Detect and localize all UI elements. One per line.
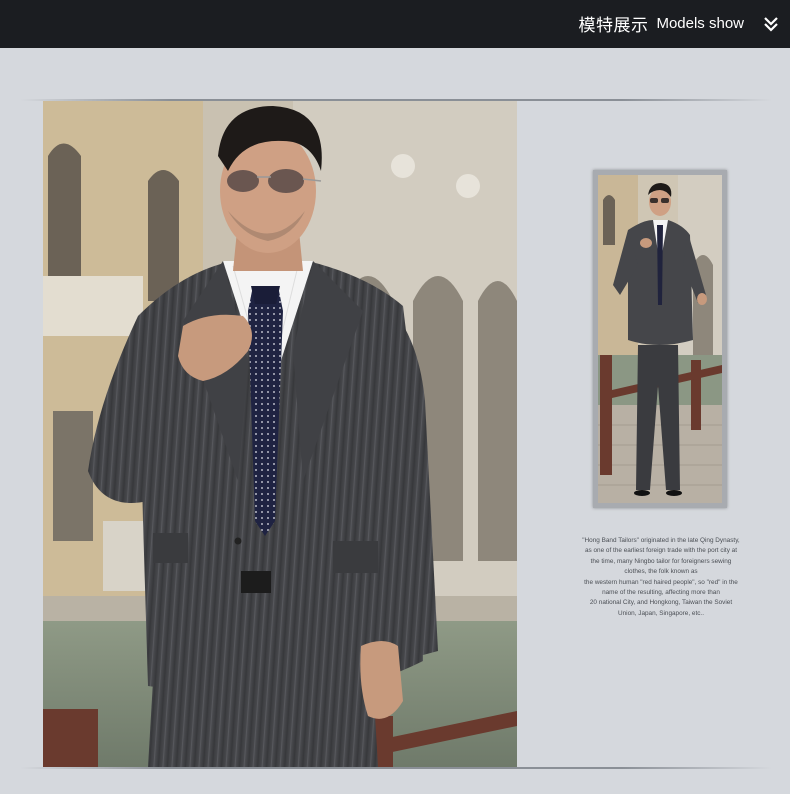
bottom-divider: [20, 767, 772, 769]
caption-line: "Hong Band Tailors" originated in the la…: [582, 537, 740, 544]
section-title: 模特展示 Models show: [578, 10, 744, 36]
brand-history-caption: "Hong Band Tailors" originated in the la…: [560, 536, 762, 619]
thumbnail-frame[interactable]: [593, 170, 727, 508]
double-chevron-down-icon[interactable]: [762, 13, 780, 35]
section-title-cn: 模特展示: [578, 15, 649, 35]
caption-line: clothes, the folk known as: [624, 568, 698, 576]
caption-line: 20 national City, and Hongkong, Taiwan t…: [589, 599, 733, 607]
caption-line: Union, Japan, Singapore, etc..: [618, 609, 704, 617]
header-bar: 模特展示 Models show: [0, 0, 790, 48]
thumbnail-photo: [598, 175, 722, 503]
caption-line: as one of the earliest foreign trade wit…: [584, 547, 738, 555]
caption-line: the time, many Ningbo tailor for foreign…: [590, 557, 732, 565]
main-model-illustration: [43, 101, 517, 767]
thumbnail-illustration: [598, 175, 722, 503]
main-model-photo: [43, 101, 517, 767]
caption-line: name of the resulting, affecting more th…: [602, 589, 720, 597]
caption-line: the western human "red haired people", s…: [584, 578, 738, 586]
section-title-en: Models show: [656, 14, 744, 32]
